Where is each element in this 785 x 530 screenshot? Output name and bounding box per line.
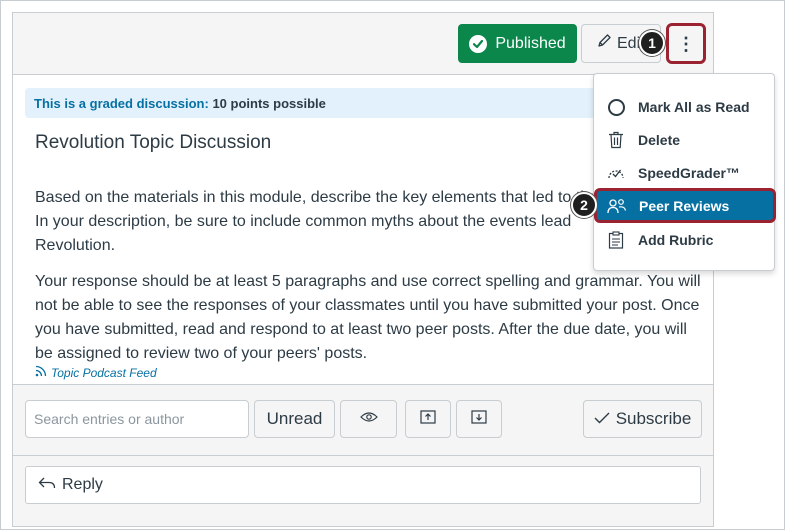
reply-arrow-icon — [38, 476, 56, 495]
menu-item-label: Mark All as Read — [638, 99, 750, 115]
podcast-feed-link[interactable]: Topic Podcast Feed — [35, 365, 157, 380]
kebab-icon: ⋮ — [677, 33, 695, 54]
speedgrader-icon — [606, 163, 626, 183]
podcast-feed-label: Topic Podcast Feed — [51, 365, 157, 380]
topic-paragraph-2: Your response should be at least 5 parag… — [35, 270, 705, 366]
trash-icon — [606, 130, 626, 150]
peer-reviews-icon — [607, 196, 627, 216]
expand-all-button[interactable] — [456, 400, 502, 438]
reply-area: Reply — [13, 456, 713, 526]
search-input[interactable] — [25, 400, 249, 438]
expand-icon — [471, 409, 487, 429]
paragraph-line: not be able to see the responses of your… — [35, 297, 700, 314]
show-hide-button[interactable] — [340, 400, 397, 438]
collapse-icon — [420, 409, 436, 429]
graded-discussion-banner: This is a graded discussion: 10 points p… — [25, 88, 605, 118]
menu-item-delete[interactable]: Delete — [598, 124, 770, 156]
graded-banner-points: 10 points possible — [212, 96, 326, 111]
menu-item-label: Delete — [638, 132, 681, 148]
menu-item-mark-all-read[interactable]: Mark All as Read — [598, 91, 770, 123]
check-icon — [469, 34, 488, 53]
reply-label: Reply — [62, 476, 103, 493]
circle-icon — [606, 97, 626, 117]
paragraph-line: Your response should be at least 5 parag… — [35, 273, 701, 290]
menu-item-peer-reviews[interactable]: Peer Reviews — [594, 188, 776, 223]
pencil-icon — [596, 33, 612, 54]
collapse-all-button[interactable] — [405, 400, 451, 438]
discussion-header: Published Edit ⋮ — [13, 13, 713, 75]
rubric-icon — [606, 230, 626, 250]
published-button[interactable]: Published — [458, 24, 577, 63]
options-dropdown-menu: Mark All as Read Delete SpeedGrader™ Pee… — [593, 73, 776, 271]
step-callout-2: 2 — [571, 192, 597, 218]
paragraph-line: you have submitted, read and respond to … — [35, 321, 687, 338]
published-label: Published — [495, 34, 566, 52]
subscribe-button[interactable]: Subscribe — [583, 400, 702, 438]
menu-item-label: Add Rubric — [638, 232, 714, 248]
unread-button[interactable]: Unread — [254, 400, 335, 438]
unread-label: Unread — [266, 409, 323, 428]
menu-item-label: Peer Reviews — [639, 197, 730, 214]
graded-banner-lead: This is a graded discussion: — [34, 96, 209, 111]
eye-icon — [359, 410, 378, 428]
checkmark-icon — [594, 409, 610, 429]
topic-title: Revolution Topic Discussion — [35, 132, 272, 153]
paragraph-line: be assigned to review two of your peers'… — [35, 345, 368, 362]
menu-item-speedgrader[interactable]: SpeedGrader™ — [598, 157, 770, 189]
rss-icon — [35, 365, 47, 380]
screenshot-frame: Published Edit ⋮ This is a graded discus… — [0, 0, 785, 530]
discussion-toolbar: Unread Subscribe — [13, 384, 713, 456]
step-callout-1: 1 — [639, 30, 665, 56]
menu-item-label: SpeedGrader™ — [638, 165, 740, 181]
reply-button[interactable]: Reply — [25, 466, 701, 504]
more-options-button[interactable]: ⋮ — [666, 23, 706, 64]
menu-item-add-rubric[interactable]: Add Rubric — [598, 224, 770, 256]
subscribe-label: Subscribe — [615, 409, 692, 428]
